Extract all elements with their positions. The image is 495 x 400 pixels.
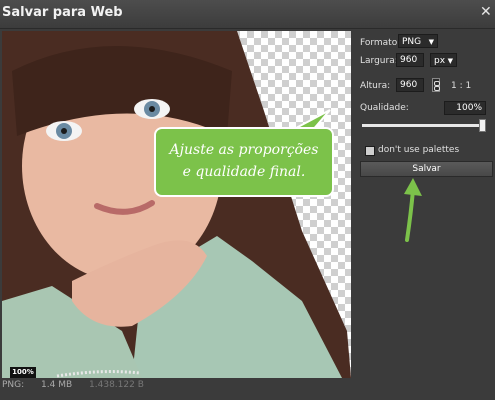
callout-line-1: Ajuste as proporções — [169, 142, 319, 158]
width-input[interactable]: 960 — [396, 53, 424, 67]
quality-label: Qualidade: — [360, 103, 409, 113]
height-label: Altura: — [360, 81, 391, 91]
quality-slider-track[interactable] — [362, 124, 486, 127]
unit-value: px — [434, 56, 446, 66]
tip-callout: Ajuste as proporções e qualidade final. — [154, 127, 334, 197]
format-label: Formato: — [360, 38, 401, 48]
palette-checkbox[interactable] — [365, 146, 375, 156]
quality-input[interactable]: 100% — [444, 101, 486, 115]
quality-slider-handle[interactable] — [479, 119, 486, 132]
image-preview: 100% — [2, 31, 351, 378]
unit-select[interactable]: px ▼ — [430, 53, 457, 67]
palette-label: don't use palettes — [378, 145, 460, 155]
window-title: Salvar para Web — [2, 5, 123, 20]
title-bar: Salvar para Web ✕ — [0, 0, 495, 29]
callout-line-2: e qualidade final. — [182, 164, 306, 180]
file-info: PNG: 1.4 MB 1.438.122 B — [2, 380, 158, 390]
link-proportions-icon[interactable] — [432, 78, 440, 92]
file-bytes: 1.438.122 B — [89, 380, 144, 390]
format-value: PNG — [402, 37, 422, 47]
chevron-down-icon: ▼ — [447, 57, 453, 65]
save-button[interactable]: Salvar — [360, 161, 493, 177]
file-format: PNG: — [2, 380, 25, 390]
aspect-ratio: 1 : 1 — [451, 81, 472, 91]
height-input[interactable]: 960 — [396, 78, 424, 92]
arrow-up-icon — [404, 178, 422, 242]
zoom-badge: 100% — [10, 367, 36, 378]
width-label: Largura: — [360, 56, 398, 66]
file-size: 1.4 MB — [41, 380, 73, 390]
preview-photo — [2, 31, 351, 378]
close-icon[interactable]: ✕ — [480, 4, 492, 20]
chevron-down-icon: ▼ — [428, 38, 434, 46]
format-select[interactable]: PNG ▼ — [398, 34, 438, 48]
